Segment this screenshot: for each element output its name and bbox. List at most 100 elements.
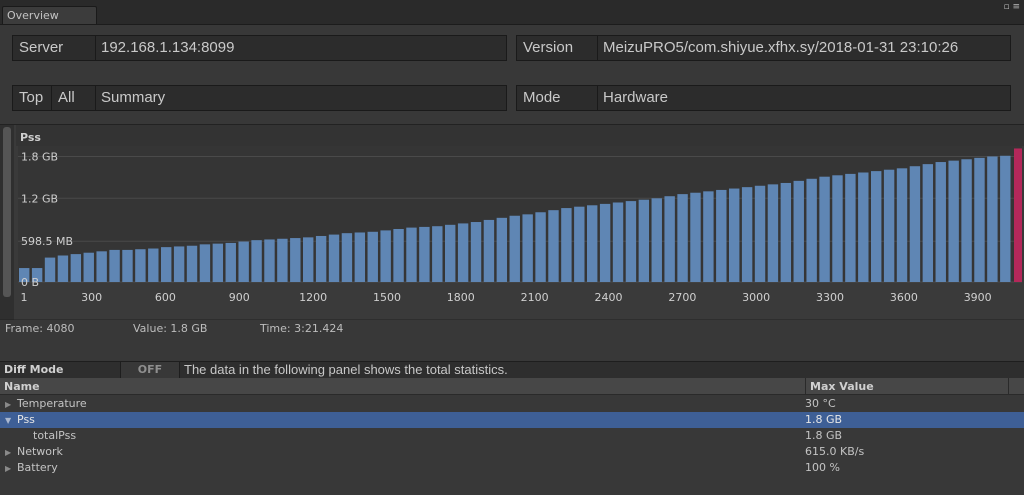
chart-bar <box>354 232 366 282</box>
chart-bar <box>148 248 159 282</box>
x-tick-label: 1200 <box>299 291 327 304</box>
expand-triangle-icon[interactable]: ▶ <box>5 397 15 413</box>
mode-field: Mode Hardware <box>516 85 1011 111</box>
mode-dropdown[interactable]: Hardware <box>597 86 1010 110</box>
server-field: Server 192.168.1.134:8099 <box>12 35 507 61</box>
row-value: 100 % <box>805 461 840 474</box>
y-tick-label: 598.5 MB <box>21 235 73 248</box>
x-tick-label: 1500 <box>373 291 401 304</box>
version-value: MeizuPRO5/com.shiyue.xfhx.sy/2018-01-31 … <box>597 36 1010 60</box>
chart-bar <box>199 244 211 282</box>
y-tick-label: 1.8 GB <box>21 150 58 163</box>
row-name: Pss <box>17 413 35 426</box>
window-controls-icon[interactable]: ▫ ≡ <box>1003 3 1020 12</box>
chart-bar <box>819 176 830 282</box>
chart-bar <box>961 159 972 282</box>
chart-bar <box>716 189 727 282</box>
chart-header <box>16 125 1024 146</box>
chart-bar <box>173 246 185 282</box>
x-tick-label: 3600 <box>890 291 918 304</box>
chart-bar <box>703 191 714 282</box>
chart-bar <box>574 206 585 282</box>
chart-bar <box>303 237 314 282</box>
diff-mode-message: The data in the following panel shows th… <box>184 362 508 377</box>
chart-bar <box>883 169 895 282</box>
chart-bar <box>974 157 985 282</box>
window-tab-bar: Overview ▫ ≡ <box>0 0 1024 25</box>
table-row-temperature[interactable]: ▶ Temperature 30 °C <box>0 396 1024 412</box>
chart-scrollbar-thumb[interactable] <box>3 127 11 297</box>
top-button[interactable]: Top <box>13 86 51 110</box>
collapse-triangle-icon[interactable]: ▼ <box>5 413 15 429</box>
chart-bar <box>896 168 908 282</box>
chart-bar <box>509 215 520 282</box>
chart-bar <box>1000 155 1011 282</box>
chart-bar <box>612 202 624 282</box>
column-header-max-value[interactable]: Max Value <box>810 380 874 393</box>
chart-bar <box>457 223 469 282</box>
x-tick-label: 1 <box>21 291 28 304</box>
chart-bar <box>561 208 572 282</box>
chart-bar <box>832 175 843 282</box>
x-tick-label: 300 <box>81 291 102 304</box>
chart-bar <box>225 242 236 282</box>
chart-bar <box>599 203 611 282</box>
chart-bar <box>780 182 792 282</box>
expand-triangle-icon[interactable]: ▶ <box>5 461 15 477</box>
chart-bar <box>793 180 804 282</box>
chart-title: Pss <box>20 131 41 144</box>
column-header-name[interactable]: Name <box>4 380 40 393</box>
chart-bar <box>922 164 934 282</box>
chart-bar <box>419 226 430 282</box>
chart-bar <box>587 205 598 282</box>
chart-bar <box>406 227 417 282</box>
tab-overview[interactable]: Overview <box>2 6 97 24</box>
row-name: totalPss <box>33 429 77 442</box>
chart-bar <box>729 188 740 282</box>
chart-bar <box>251 240 262 282</box>
chart-bar <box>806 178 817 282</box>
pss-chart-panel: Pss 1.8 GB 1.2 GB 598.5 MB 0 B 1 300 600 900 12… <box>0 124 1024 320</box>
chart-bar <box>445 224 456 282</box>
x-tick-label: 900 <box>229 291 250 304</box>
y-tick-label: 1.2 GB <box>21 192 58 205</box>
chart-bar <box>470 222 482 282</box>
diff-mode-label: Diff Mode <box>4 363 64 376</box>
table-row-pss[interactable]: ▼ Pss 1.8 GB <box>0 412 1024 428</box>
row-name: Temperature <box>17 397 87 410</box>
pss-chart[interactable]: Pss 1.8 GB 1.2 GB 598.5 MB 0 B 1 300 600 900 12… <box>0 125 1024 320</box>
table-row-network[interactable]: ▶ Network 615.0 KB/s <box>0 444 1024 460</box>
chart-bar <box>548 210 559 282</box>
all-dropdown[interactable]: All <box>51 86 95 110</box>
chart-bar <box>871 171 882 282</box>
server-input[interactable]: 192.168.1.134:8099 <box>95 36 506 60</box>
chart-bar <box>664 196 675 282</box>
chart-bar <box>858 172 869 282</box>
table-row-totalpss[interactable]: totalPss 1.8 GB <box>0 428 1024 444</box>
expand-triangle-icon[interactable]: ▶ <box>5 445 15 461</box>
chart-bar <box>845 173 856 282</box>
chart-selected-frame-marker <box>1014 148 1022 282</box>
chart-bar <box>161 247 172 282</box>
x-tick-label: 600 <box>155 291 176 304</box>
chart-bar <box>264 239 275 282</box>
diff-mode-toggle[interactable]: OFF <box>120 362 180 378</box>
chart-bar <box>315 235 327 282</box>
chart-bar <box>638 199 650 282</box>
row-value: 1.8 GB <box>805 429 843 442</box>
version-field: Version MeizuPRO5/com.shiyue.xfhx.sy/201… <box>516 35 1011 61</box>
chart-bar <box>96 251 107 282</box>
chart-bar <box>909 166 921 282</box>
chart-bar <box>741 187 753 282</box>
chart-bar <box>212 243 224 282</box>
frame-readout: Frame: 4080 <box>5 322 75 335</box>
summary-dropdown[interactable]: Summary <box>95 86 506 110</box>
value-readout: Value: 1.8 GB <box>133 322 208 335</box>
chart-bar <box>625 201 637 282</box>
version-label: Version <box>523 39 574 56</box>
time-readout: Time: 3:21.424 <box>260 322 344 335</box>
chart-bar <box>754 185 766 282</box>
chart-bar <box>109 249 120 282</box>
selection-status: Frame: 4080 Value: 1.8 GB Time: 3:21.424 <box>0 320 1024 338</box>
table-row-battery[interactable]: ▶ Battery 100 % <box>0 460 1024 476</box>
